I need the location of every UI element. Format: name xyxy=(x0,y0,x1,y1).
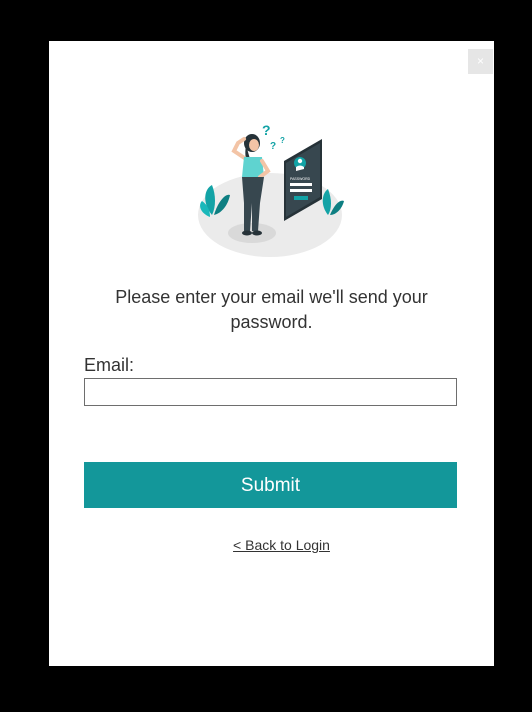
instruction-message: Please enter your email we'll send your … xyxy=(115,287,428,332)
svg-text:?: ? xyxy=(280,136,285,145)
forgot-password-illustration: PASSWORD ? ? ? xyxy=(198,122,344,257)
svg-text:PASSWORD: PASSWORD xyxy=(290,177,311,181)
forgot-password-dialog: × PASSWORD ? ? ? Please enter your email… xyxy=(49,41,494,666)
email-label: Email: xyxy=(84,355,135,375)
close-button[interactable]: × xyxy=(468,49,493,74)
question-marks-icon: ? ? ? xyxy=(262,122,285,152)
close-icon: × xyxy=(476,54,484,68)
email-field[interactable] xyxy=(84,378,457,406)
svg-text:?: ? xyxy=(270,141,276,152)
back-to-login-link[interactable]: < Back to Login xyxy=(49,536,514,554)
submit-button[interactable]: Submit xyxy=(84,462,457,508)
svg-text:?: ? xyxy=(262,122,271,138)
